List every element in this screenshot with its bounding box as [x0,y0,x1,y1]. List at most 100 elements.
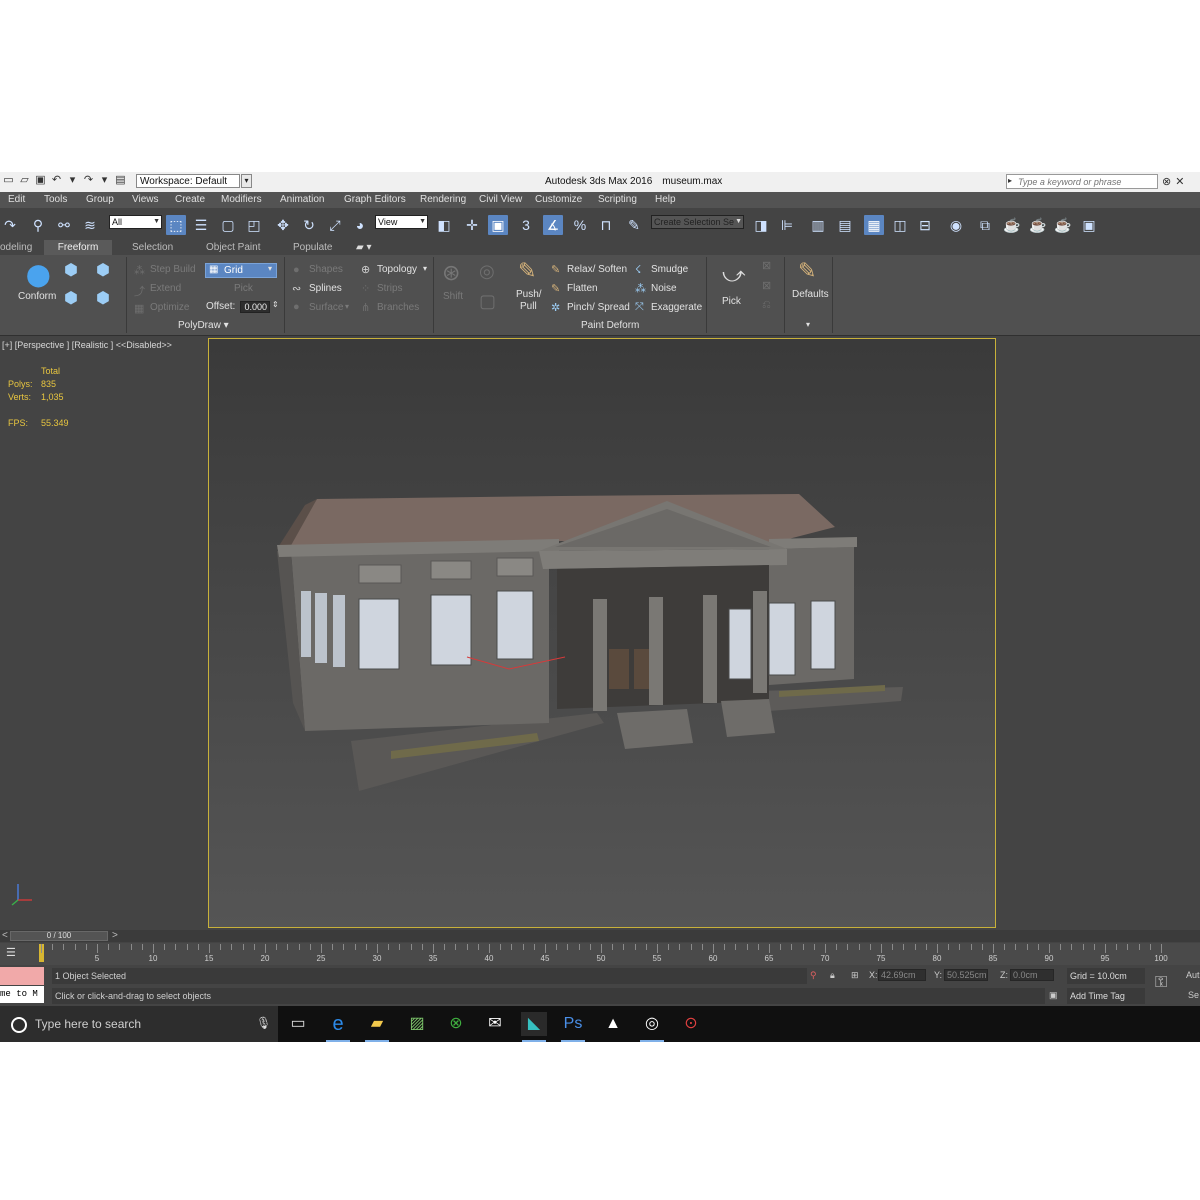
smudge-button[interactable]: Smudge [651,264,688,275]
viewport-label[interactable]: [+] [Perspective ] [Realistic ] <<Disabl… [2,340,172,350]
image-viewer-icon[interactable]: ▲ [600,1012,626,1036]
museum-model[interactable] [209,339,995,927]
spinner-snap-icon[interactable]: ⊓ [596,215,616,235]
menu-item-views[interactable]: Views [132,192,159,208]
photoshop-icon[interactable]: Ps [560,1012,586,1042]
open-file-icon[interactable]: ▱ [18,174,31,187]
a360-gallery-icon[interactable]: ▣ [1079,215,1099,235]
strips-button[interactable]: Strips [377,283,403,294]
z-coord-field[interactable]: 0.0cm [1010,969,1054,981]
mini-curve-editor-icon[interactable]: ☰ [6,946,16,959]
named-selection-sets-dropdown[interactable]: Create Selection Se ▼ [651,215,744,229]
pinch-spread-button[interactable]: Pinch/ Spread [567,302,630,313]
render-in-cloud-icon[interactable]: ☕ [1053,215,1073,235]
percent-snap-icon[interactable]: % [570,215,590,235]
pivot-center-icon[interactable]: ◧ [434,215,454,235]
optimize-button[interactable]: Optimize [150,302,189,313]
defaults-dropdown-icon[interactable]: ▾ [806,320,810,329]
rendered-frame-window-icon[interactable]: ☕ [1002,215,1022,235]
push-pull-label-2[interactable]: Pull [520,301,537,312]
project-folder-icon[interactable]: ▤ [114,174,127,187]
defaults-button[interactable]: Defaults [792,289,829,300]
grid-dropdown-arrow-icon[interactable]: ▾ [268,264,272,273]
push-pull-label-1[interactable]: Push/ [516,289,542,300]
menu-item-graph-editors[interactable]: Graph Editors [344,192,406,208]
y-coord-field[interactable]: 50.525cm [944,969,988,981]
pick-surface-button[interactable]: Pick [234,283,253,294]
photos-app-icon[interactable]: ▨ [404,1012,430,1036]
curve-editor-icon[interactable]: ◫ [890,215,910,235]
ribbon-options-icon[interactable]: ▰ ▾ [356,240,372,255]
xbox-icon[interactable]: ⊗ [443,1012,469,1036]
tab-populate[interactable]: Populate [293,240,332,255]
flatten-button[interactable]: Flatten [567,283,598,294]
select-by-name-icon[interactable]: ☰ [191,215,211,235]
mail-icon[interactable]: ✉ [482,1012,508,1036]
branches-button[interactable]: Branches [377,302,419,313]
media-player-icon[interactable]: ◎ [639,1012,665,1042]
keyword-search-input[interactable] [1018,176,1153,187]
polydraw-panel-title[interactable]: PolyDraw ▾ [178,320,229,331]
conform-relax-icon[interactable]: ⬢ [96,288,110,308]
add-time-tag-button[interactable]: Add Time Tag [1067,988,1145,1004]
edit-named-selection-icon[interactable]: ✎ [624,215,644,235]
splines-button[interactable]: Splines [309,283,342,294]
angle-snap-icon[interactable]: ∡ [543,215,563,235]
menu-item-group[interactable]: Group [86,192,114,208]
close-icon[interactable]: ✕ [1175,175,1184,188]
scene-explorer-icon[interactable]: ▦ [864,215,884,235]
conform-icon[interactable]: ⬤ [26,263,51,287]
render-production-icon[interactable]: ☕ [1028,215,1048,235]
edge-browser-icon[interactable]: e [325,1012,351,1042]
app-red-icon[interactable]: ⊙ [678,1012,704,1036]
tab-modeling[interactable]: odeling [0,240,32,255]
selection-lock-icon[interactable]: 🔒︎ [830,970,835,981]
shapes-button[interactable]: Shapes [309,264,343,275]
menu-item-modifiers[interactable]: Modifiers [221,192,262,208]
unlink-icon[interactable]: ⚯ [54,215,74,235]
conform-button[interactable]: Conform [18,291,56,302]
paint-deform-panel-title[interactable]: Paint Deform [581,320,639,331]
time-tag-icon[interactable]: ▣ [1049,990,1058,1001]
select-and-place-icon[interactable]: ◕ [350,215,370,235]
menu-item-scripting[interactable]: Scripting [598,192,637,208]
track-bar[interactable]: ☰ 5 10 15 20 25 30 35 40 45 50 55 60 65 70 75 80 85 90 95 1… [0,943,1200,965]
time-slider-handle[interactable]: 0 / 100 [10,931,108,941]
maxscript-listener-output[interactable] [0,967,44,985]
mirror-icon[interactable]: ◨ [751,215,771,235]
menu-item-create[interactable]: Create [175,192,205,208]
shift-button[interactable]: Shift [443,291,463,302]
select-and-scale-icon[interactable]: ⤢ [325,215,345,235]
conform-move-icon[interactable]: ⬢ [96,260,110,280]
conform-brush-icon[interactable]: ⬢ [64,260,78,280]
absolute-mode-icon[interactable]: ⊞ [851,970,859,981]
app-menu-icon[interactable]: ▭ [2,174,15,187]
redo-icon[interactable]: ↷ [82,174,95,187]
step-build-button[interactable]: Step Build [150,264,196,275]
workspace-dropdown[interactable]: Workspace: Default [136,174,240,188]
tab-selection[interactable]: Selection [132,240,173,255]
selection-filter-dropdown[interactable]: All ▼ [109,215,162,229]
microphone-icon[interactable]: 🎙︎ [256,1016,271,1030]
offset-spinner-arrows-icon[interactable]: ⇕ [272,300,279,309]
select-manipulate-icon[interactable]: ✛ [462,215,482,235]
bind-to-space-warp-icon[interactable]: ≋ [80,215,100,235]
x-coord-field[interactable]: 42.69cm [878,969,926,981]
keyboard-shortcut-override-icon[interactable]: ▣ [488,215,508,235]
surface-button[interactable]: Surface [309,302,343,313]
maxscript-mini-listener[interactable]: me to M [0,986,44,1003]
topology-button[interactable]: Topology [377,264,417,275]
align-icon[interactable]: ⊫ [777,215,797,235]
task-view-icon[interactable]: ▭ [285,1012,311,1036]
set-key-button[interactable]: Se [1188,990,1199,1000]
reference-coordinate-dropdown[interactable]: View ▼ [375,215,428,229]
conform-options-icon[interactable]: ⬢ [64,288,78,308]
schematic-view-icon[interactable]: ⊟ [915,215,935,235]
topology-dropdown-icon[interactable]: ▾ [423,264,427,273]
surface-dropdown-icon[interactable]: ▾ [345,302,349,311]
time-slider[interactable]: < 0 / 100 > [0,930,1200,942]
search-expand-icon[interactable]: ▸ [1008,176,1012,185]
menu-item-help[interactable]: Help [655,192,676,208]
select-and-rotate-icon[interactable]: ↻ [299,215,319,235]
redo-arrow-icon[interactable]: ↷ [0,215,20,235]
